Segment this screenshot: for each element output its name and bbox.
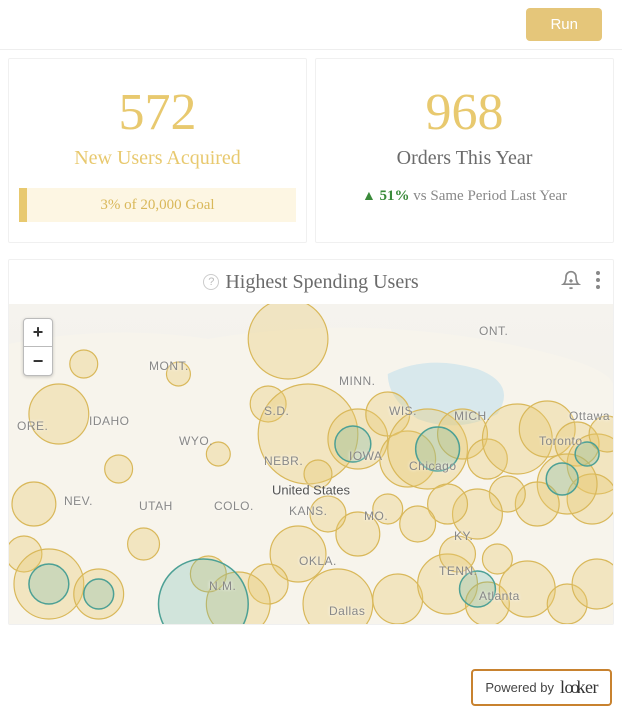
map-region-label: MICH.: [454, 409, 491, 423]
zoom-control: + −: [23, 318, 53, 376]
orders-card: 968 Orders This Year ▲ 51% vs Same Perio…: [315, 58, 614, 243]
orders-label: Orders This Year: [326, 147, 603, 170]
powered-by-badge[interactable]: Powered by looker: [471, 669, 612, 706]
map-header: ? Highest Spending Users: [9, 260, 613, 304]
map-region-label: IDAHO: [89, 414, 130, 428]
map-bubbles-layer: [9, 304, 613, 624]
zoom-out-button[interactable]: −: [24, 347, 52, 375]
looker-logo: looker: [560, 677, 598, 698]
new-users-card: 572 New Users Acquired 3% of 20,000 Goal: [8, 58, 307, 243]
map-region-label: UTAH: [139, 499, 173, 513]
map-region-label: KANS.: [289, 504, 328, 518]
map-title-wrap: ? Highest Spending Users: [203, 271, 418, 294]
map-region-label: Chicago: [409, 459, 457, 473]
run-button[interactable]: Run: [526, 8, 602, 41]
orders-delta-suffix: vs Same Period Last Year: [413, 188, 567, 204]
new-users-value: 572: [19, 87, 296, 139]
map-region-label: MONT.: [149, 359, 189, 373]
map-region-label: NEBR.: [264, 454, 303, 468]
map-region-label: ORE.: [17, 419, 48, 433]
goal-progress-fill: [19, 188, 27, 222]
map-region-label: KY.: [454, 529, 473, 543]
map-region-label: WIS.: [389, 404, 417, 418]
map-region-label: TENN.: [439, 564, 478, 578]
map-region-label: COLO.: [214, 499, 254, 513]
orders-delta-pct: 51%: [380, 188, 410, 204]
new-users-label: New Users Acquired: [19, 147, 296, 170]
goal-progress-bar: 3% of 20,000 Goal: [19, 188, 296, 222]
map-region-label: IOWA: [349, 449, 383, 463]
kpi-cards-row: 572 New Users Acquired 3% of 20,000 Goal…: [0, 50, 622, 251]
bell-icon[interactable]: [561, 270, 581, 295]
map-region-label: N.M.: [209, 579, 236, 593]
map-region-label: Ottawa: [569, 409, 610, 423]
map-body[interactable]: + −: [9, 304, 613, 624]
map-title: Highest Spending Users: [225, 271, 418, 294]
map-center-label: United States: [272, 482, 350, 497]
map-region-label: Atlanta: [479, 589, 520, 603]
map-region-label: Dallas: [329, 604, 365, 618]
map-region-label: Toronto: [539, 434, 583, 448]
map-region-label: WYO.: [179, 434, 213, 448]
help-icon[interactable]: ?: [203, 274, 219, 290]
map-region-label: MINN.: [339, 374, 376, 388]
orders-value: 968: [326, 87, 603, 139]
map-region-label: MO.: [364, 509, 388, 523]
map-region-label: ONT.: [479, 324, 508, 338]
map-panel: ? Highest Spending Users + −: [8, 259, 614, 625]
topbar: Run: [0, 0, 622, 50]
map-region-label: OKLA.: [299, 554, 337, 568]
goal-progress-text: 3% of 20,000 Goal: [100, 197, 214, 214]
map-region-label: S.D.: [264, 404, 289, 418]
map-actions: [561, 270, 601, 295]
powered-by-text: Powered by: [485, 680, 554, 695]
kebab-menu-icon[interactable]: [595, 270, 601, 295]
zoom-in-button[interactable]: +: [24, 319, 52, 347]
map-region-label: NEV.: [64, 494, 93, 508]
orders-compare-line: ▲ 51% vs Same Period Last Year: [326, 188, 603, 205]
trend-up-icon: ▲: [362, 189, 376, 204]
